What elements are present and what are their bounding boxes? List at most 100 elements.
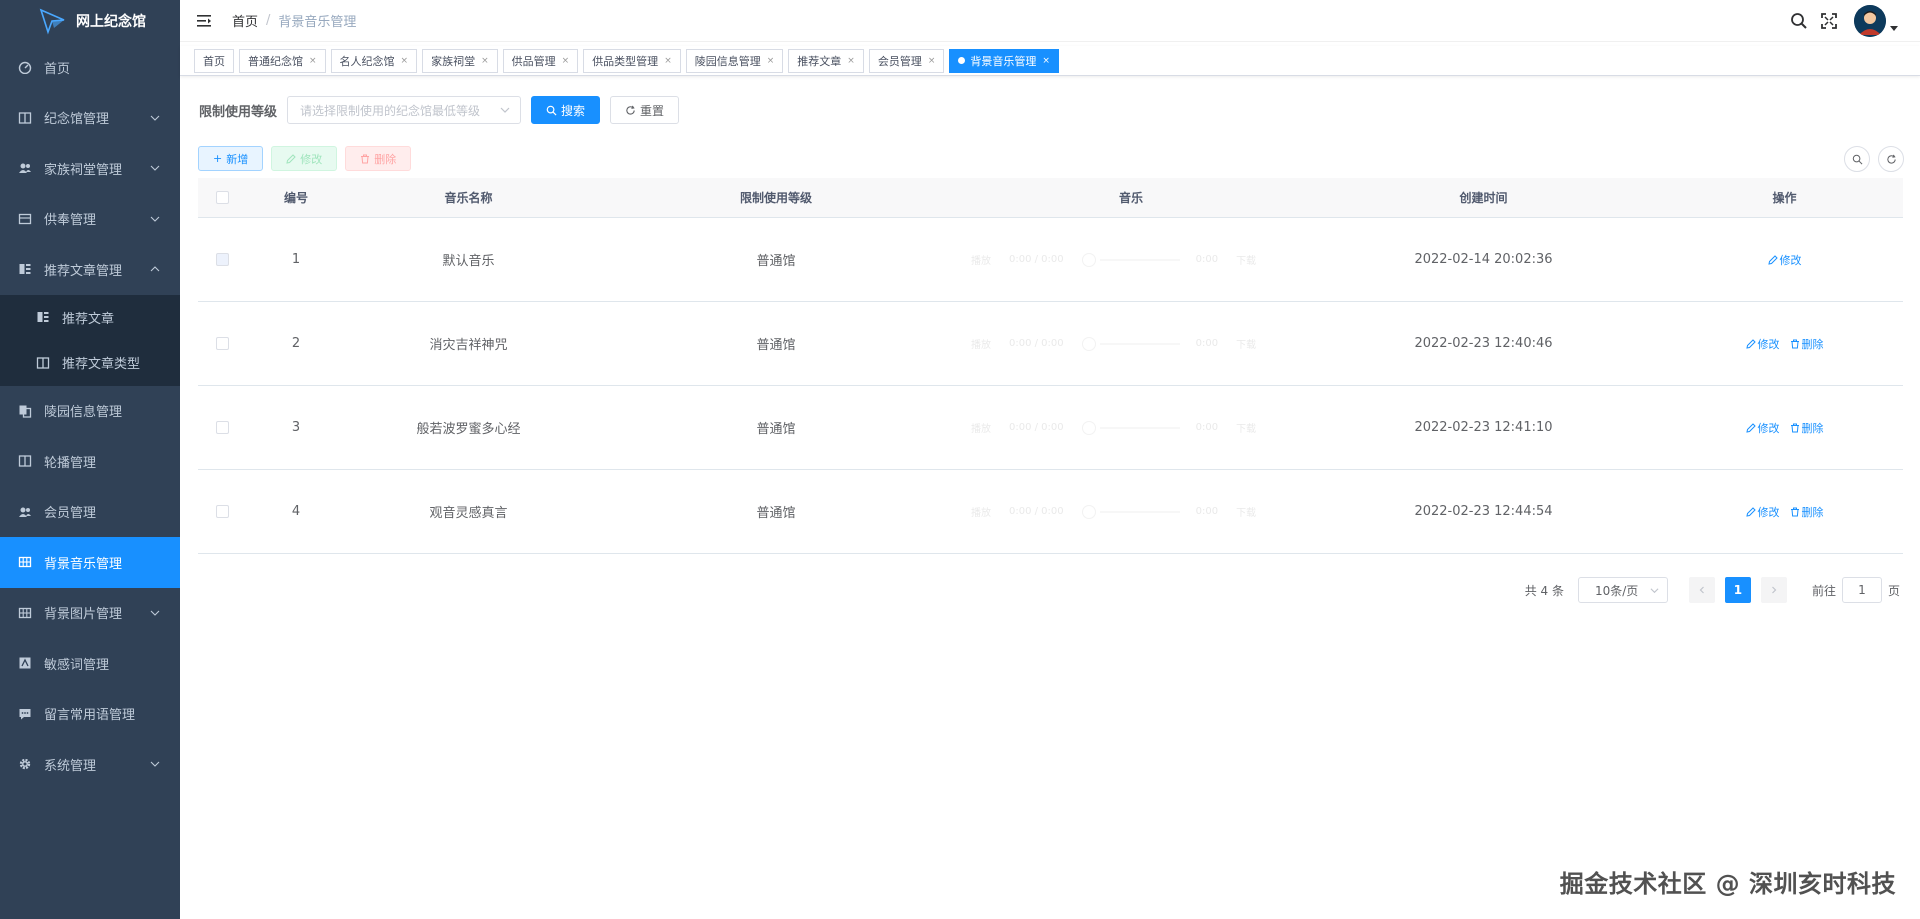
sidebar-item-7[interactable]: 会员管理 [0, 487, 180, 538]
close-icon[interactable]: × [401, 56, 409, 66]
audio-play-label[interactable]: 播放 [971, 252, 991, 267]
sidebar-subitem-0[interactable]: 推荐文章 [0, 295, 180, 341]
app-logo[interactable]: 网上纪念馆 [0, 0, 180, 42]
sidebar-item-label: 背景图片管理 [44, 607, 123, 623]
sidebar-item-3[interactable]: 供奉管理 [0, 194, 180, 245]
caret-down-icon[interactable] [1890, 24, 1898, 32]
sidebar-subitem-1[interactable]: 推荐文章类型 [0, 340, 180, 386]
breadcrumb-home[interactable]: 首页 [232, 11, 258, 30]
goto-page-input[interactable]: 1 [1841, 577, 1882, 603]
tag-5[interactable]: 供品类型管理 × [583, 48, 681, 73]
delete-button[interactable]: 删除 [345, 146, 412, 171]
tag-4[interactable]: 供品管理 × [502, 48, 579, 73]
audio-download-label[interactable]: 下载 [1236, 336, 1256, 351]
audio-play-label[interactable]: 播放 [971, 336, 991, 351]
row-checkbox-cell [198, 218, 246, 301]
select-all-checkbox[interactable] [215, 191, 229, 204]
audio-progress-knob[interactable] [1081, 336, 1096, 351]
tag-label: 首页 [203, 54, 225, 68]
sidebar-item-1[interactable]: 纪念馆管理 [0, 93, 180, 144]
page-size-select[interactable]: 10条/页 [1577, 577, 1668, 603]
sidebar-item-2[interactable]: 家族祠堂管理 [0, 143, 180, 194]
users-icon [19, 507, 31, 517]
audio-download-label[interactable]: 下载 [1236, 420, 1256, 435]
row-edit-link[interactable]: 修改 [1745, 504, 1780, 520]
audio-progress-knob[interactable] [1081, 420, 1096, 435]
tag-9[interactable]: 背景音乐管理 × [949, 48, 1059, 73]
row-checkbox[interactable] [215, 421, 229, 434]
row-edit-link[interactable]: 修改 [1767, 252, 1802, 268]
audio-player[interactable]: 播放 0:00 / 0:00 0:00 下载 [971, 245, 1291, 275]
prev-page-button[interactable] [1688, 577, 1715, 603]
add-button[interactable]: + 新增 [198, 146, 264, 171]
trash-icon [1790, 507, 1799, 516]
audio-download-label[interactable]: 下载 [1236, 252, 1256, 267]
sidebar-item-12[interactable]: 系统管理 [0, 739, 180, 790]
close-icon[interactable]: × [481, 56, 489, 66]
audio-play-label[interactable]: 播放 [971, 420, 991, 435]
search-button[interactable]: 搜索 [531, 96, 601, 124]
reset-button[interactable]: 重置 [610, 96, 680, 124]
sidebar-item-9[interactable]: 背景图片管理 [0, 588, 180, 639]
watermark: 掘金技术社区 @ 深圳亥时科技 [1559, 870, 1896, 898]
sidebar-submenu: 推荐文章 推荐文章类型 [0, 294, 180, 386]
audio-progress-track[interactable] [1099, 510, 1180, 513]
avatar[interactable] [1854, 5, 1886, 37]
tag-7[interactable]: 推荐文章 × [788, 48, 864, 73]
cell-ops: 修改 删除 [1666, 302, 1903, 385]
audio-progress-track[interactable] [1099, 426, 1180, 429]
table-toolbar: + 新增 修改 删除 [198, 146, 419, 171]
audio-remain: 0:00 [1195, 506, 1219, 517]
audio-player[interactable]: 播放 0:00 / 0:00 0:00 下载 [971, 329, 1291, 359]
audio-progress-track[interactable] [1099, 258, 1180, 261]
sidebar-item-6[interactable]: 轮播管理 [0, 436, 180, 487]
row-edit-link[interactable]: 修改 [1745, 336, 1780, 352]
row-edit-label: 修改 [1757, 421, 1780, 435]
close-icon[interactable]: × [767, 56, 775, 66]
row-edit-link[interactable]: 修改 [1745, 420, 1780, 436]
edit-button[interactable]: 修改 [271, 146, 338, 171]
toggle-search-button[interactable] [1844, 146, 1870, 172]
level-filter-select[interactable]: 请选择限制使用的纪念馆最低等级 [287, 96, 522, 124]
row-checkbox[interactable] [215, 253, 229, 266]
audio-progress-track[interactable] [1099, 342, 1180, 345]
close-icon[interactable]: × [847, 56, 855, 66]
row-checkbox[interactable] [215, 337, 229, 350]
sidebar-item-8[interactable]: 背景音乐管理 [0, 537, 180, 588]
tag-1[interactable]: 普通纪念馆 × [239, 48, 326, 73]
audio-player[interactable]: 播放 0:00 / 0:00 0:00 下载 [971, 413, 1291, 443]
fullscreen-icon[interactable] [1820, 12, 1838, 30]
audio-progress-knob[interactable] [1081, 252, 1096, 267]
sidebar-item-4[interactable]: 推荐文章管理 [0, 244, 180, 295]
tag-0[interactable]: 首页 [194, 48, 234, 73]
tag-label: 背景音乐管理 [970, 54, 1037, 68]
tag-3[interactable]: 家族祠堂 × [422, 48, 498, 73]
row-delete-link[interactable]: 删除 [1790, 504, 1824, 520]
tag-6[interactable]: 陵园信息管理 × [685, 48, 784, 73]
breadcrumb-separator: / [266, 13, 271, 28]
close-icon[interactable]: × [1042, 56, 1050, 66]
sidebar-item-0[interactable]: 首页 [0, 42, 180, 93]
tag-8[interactable]: 会员管理 × [868, 48, 945, 73]
audio-player[interactable]: 播放 0:00 / 0:00 0:00 下载 [971, 497, 1291, 527]
close-icon[interactable]: × [309, 56, 317, 66]
sidebar-item-10[interactable]: 敏感词管理 [0, 638, 180, 689]
audio-download-label[interactable]: 下载 [1236, 504, 1256, 519]
trash-icon [1790, 339, 1799, 348]
row-delete-link[interactable]: 删除 [1790, 336, 1824, 352]
next-page-button[interactable] [1760, 577, 1787, 603]
tag-2[interactable]: 名人纪念馆 × [330, 48, 418, 73]
page-number-current[interactable]: 1 [1724, 577, 1751, 603]
row-delete-link[interactable]: 删除 [1790, 420, 1824, 436]
audio-play-label[interactable]: 播放 [971, 504, 991, 519]
sidebar-item-5[interactable]: 陵园信息管理 [0, 386, 180, 437]
refresh-table-button[interactable] [1878, 146, 1904, 172]
audio-progress-knob[interactable] [1081, 504, 1096, 519]
close-icon[interactable]: × [664, 56, 672, 66]
close-icon[interactable]: × [562, 56, 570, 66]
sidebar-item-11[interactable]: 留言常用语管理 [0, 689, 180, 740]
search-icon[interactable] [1790, 12, 1808, 30]
close-icon[interactable]: × [928, 56, 936, 66]
hamburger-icon[interactable] [196, 13, 212, 29]
row-checkbox[interactable] [215, 505, 229, 518]
